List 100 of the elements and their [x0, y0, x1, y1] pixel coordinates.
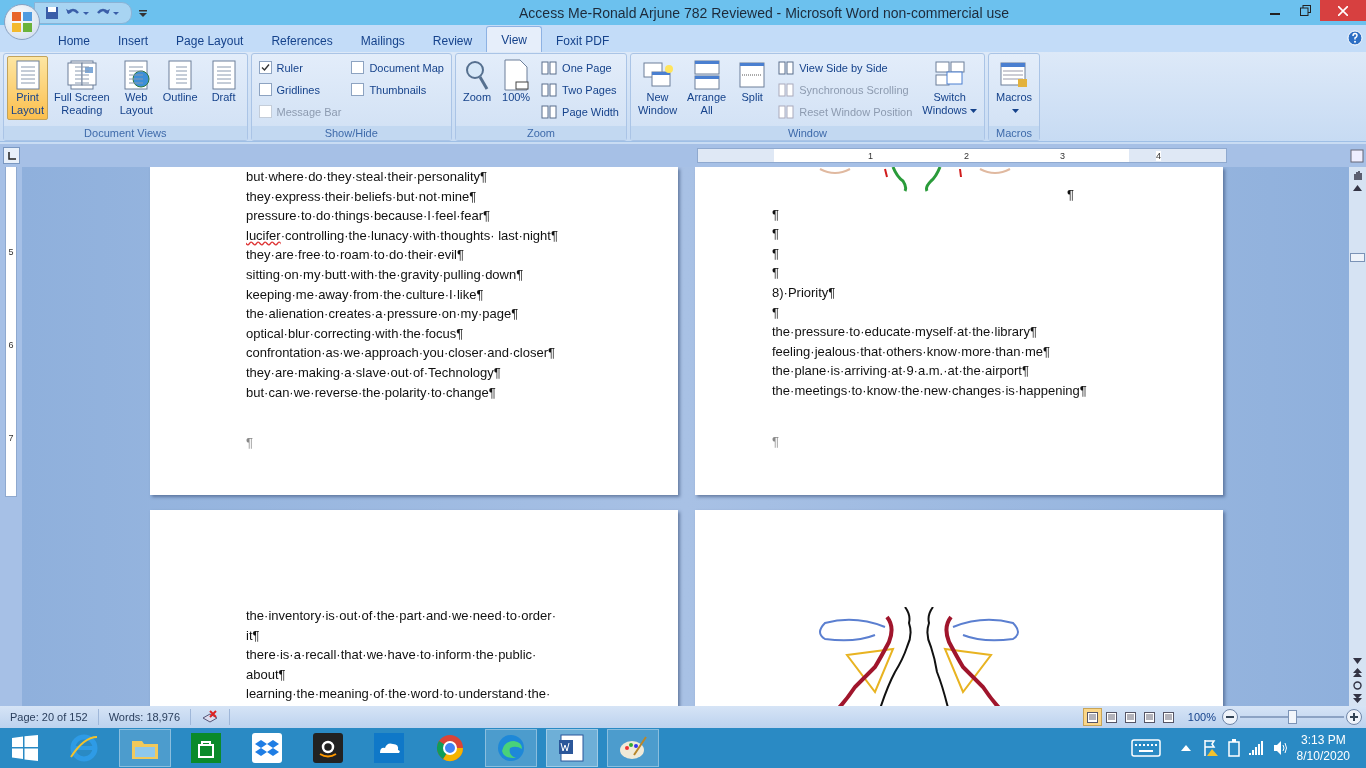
ribbon-tab[interactable]: Home: [44, 30, 104, 52]
keyboard-icon[interactable]: [1130, 739, 1161, 757]
ribbon-button[interactable]: Print Layout: [7, 56, 49, 120]
taskbar-app[interactable]: [546, 729, 598, 767]
checkbox-option[interactable]: Thumbnails: [351, 80, 444, 99]
group-label: Show/Hide: [251, 126, 451, 140]
small-page-icon: [778, 60, 795, 75]
text-line: the·plane·is·arriving·at·9·a.m.·at·the·airport¶: [772, 362, 1030, 381]
shopping-icon: [313, 733, 343, 763]
volume-icon[interactable]: [1272, 740, 1289, 756]
checkbox-option[interactable]: Ruler: [258, 58, 342, 77]
text-line: keeping·me·away·from·the·culture·I·like¶: [246, 285, 485, 304]
ribbon-tab[interactable]: References: [257, 30, 347, 52]
ribbon-small-button[interactable]: Two Pages: [541, 80, 619, 99]
ribbon-tab[interactable]: View: [486, 26, 542, 52]
ruler-number: 4: [1156, 150, 1161, 161]
word-count[interactable]: Words: 18,976: [98, 709, 192, 725]
text-line: they·are·free·to·roam·to·do·their·evil¶: [246, 246, 465, 265]
scroll-down-icon[interactable]: [1353, 658, 1362, 664]
ribbon-tab[interactable]: Insert: [104, 30, 163, 52]
ribbon-button[interactable]: New Window: [633, 56, 682, 120]
text-line: optical·blur·correcting·with·the·focus¶: [246, 324, 465, 343]
ribbon-button[interactable]: 100%: [497, 56, 536, 120]
zoom-slider-thumb[interactable]: [1287, 710, 1297, 724]
zoom-level[interactable]: 100%: [1187, 711, 1216, 723]
chevron-up-icon[interactable]: [1180, 745, 1191, 751]
restore-icon: [1299, 5, 1311, 16]
ribbon-button[interactable]: Outline: [158, 56, 202, 120]
small-page-icon: [541, 60, 558, 75]
group-label: Macros: [988, 126, 1040, 140]
browser-icon: [69, 733, 99, 763]
ribbon-small-button[interactable]: One Page: [541, 58, 619, 77]
customize-icon[interactable]: [138, 7, 148, 18]
text-line: the·inventory·is·out·of·the·part·and·we·need·to·order·: [246, 607, 557, 625]
ribbon-tab[interactable]: Mailings: [346, 30, 419, 52]
text-line: ¶: [772, 303, 780, 322]
view-mode-button[interactable]: [1082, 708, 1102, 726]
page-count[interactable]: Page: 20 of 152: [0, 709, 99, 725]
ribbon-button[interactable]: Full Screen Reading: [50, 56, 114, 120]
text-line: the·alienation·creates·a·pressure·on·my·page¶: [246, 305, 520, 324]
ribbon-button[interactable]: Zoom: [458, 56, 496, 120]
ribbon-small-button[interactable]: View Side by Side: [778, 58, 913, 77]
page-view-icon: [65, 59, 98, 91]
flag-warning-icon[interactable]: [1202, 739, 1219, 757]
checkbox-option[interactable]: Gridlines: [258, 80, 342, 99]
ribbon-button[interactable]: Macros: [991, 56, 1037, 120]
text-line: there·is·a·recall·that·we·have·to·inform·the·public·: [246, 646, 538, 665]
previous-page-icon[interactable]: [1353, 668, 1362, 677]
checkmark-icon: [260, 63, 270, 72]
ribbon-button[interactable]: Draft: [203, 56, 244, 120]
text-line: the·pressure·to·educate·myself·at·the·library¶: [772, 323, 1038, 342]
start-icon[interactable]: [12, 735, 38, 761]
scroll-thumb[interactable]: [1350, 253, 1365, 262]
tab-selector[interactable]: [3, 147, 20, 164]
page-icon: [501, 59, 532, 91]
clock-date[interactable]: 8/10/2020: [1296, 748, 1350, 764]
window-title: Access Me-Ronald Arjune 782 Reviewed - Microsoft Word non-commercial use: [518, 4, 1010, 21]
ribbon-button[interactable]: Switch Windows: [918, 56, 981, 120]
dropbox-icon: [252, 733, 282, 763]
signal-icon[interactable]: [1248, 741, 1265, 755]
text-line: but·can·we·reverse·the·polarity·to·change¶: [246, 383, 497, 402]
close-button[interactable]: [1320, 0, 1366, 21]
zoom-out-button[interactable]: [1222, 709, 1238, 725]
text-line: ¶: [772, 205, 780, 224]
ribbon-tab[interactable]: Foxit PDF: [541, 30, 624, 52]
paragraph-mark: ¶: [772, 432, 780, 451]
vertical-scrollbar[interactable]: [1349, 167, 1366, 706]
text-line: lucifer·controlling·the·lunacy·with·thoughts· last·night¶: [246, 226, 559, 245]
word-icon: [557, 733, 587, 763]
text-line: feeling·jealous·that·others·know·more·than·me¶: [772, 342, 1051, 361]
paragraph-mark: ¶: [1066, 186, 1075, 204]
save-icon[interactable]: [45, 5, 59, 20]
help-icon[interactable]: [1347, 30, 1363, 46]
next-page-icon[interactable]: [1353, 694, 1362, 703]
text-line: sitting·on·my·butt·with·the·gravity·pulling·down¶: [246, 265, 525, 284]
tab-stop-icon: [7, 151, 16, 160]
clock-time[interactable]: 3:13 PM: [1300, 732, 1346, 748]
zoom-in-button[interactable]: [1346, 709, 1362, 725]
ribbon-tab[interactable]: Page Layout: [162, 30, 258, 52]
hand-icon[interactable]: [1351, 169, 1364, 181]
text-line: they·are·making·a·slave·out·of·Technology¶: [246, 363, 502, 382]
text-line: ¶: [772, 244, 780, 263]
proofing-icon[interactable]: [201, 710, 220, 724]
office-logo: [11, 11, 33, 33]
ribbon-button[interactable]: Split: [732, 56, 773, 120]
browser-icon: [496, 733, 526, 763]
view-ruler-icon[interactable]: [1350, 148, 1364, 163]
browse-object-icon[interactable]: [1353, 681, 1362, 690]
battery-icon[interactable]: [1226, 739, 1241, 757]
checkbox-option[interactable]: Document Map: [351, 58, 444, 77]
scroll-up-icon[interactable]: [1353, 185, 1362, 191]
ribbon-tab[interactable]: Review: [418, 30, 487, 52]
ribbon-button[interactable]: Arrange All: [683, 56, 731, 120]
text-line: they·express·their·beliefs·but·not·mine¶: [246, 187, 478, 206]
group-label: Zoom: [455, 126, 626, 140]
group-label: Document Views: [4, 126, 247, 140]
ribbon-button[interactable]: Web Layout: [115, 56, 157, 120]
text-line: confrontation·as·we·approach·you·closer·and·closer¶: [246, 344, 556, 363]
ribbon-small-button[interactable]: Page Width: [541, 102, 619, 121]
text-line: the·meetings·to·know·the·new·changes·is·happening¶: [772, 381, 1088, 400]
